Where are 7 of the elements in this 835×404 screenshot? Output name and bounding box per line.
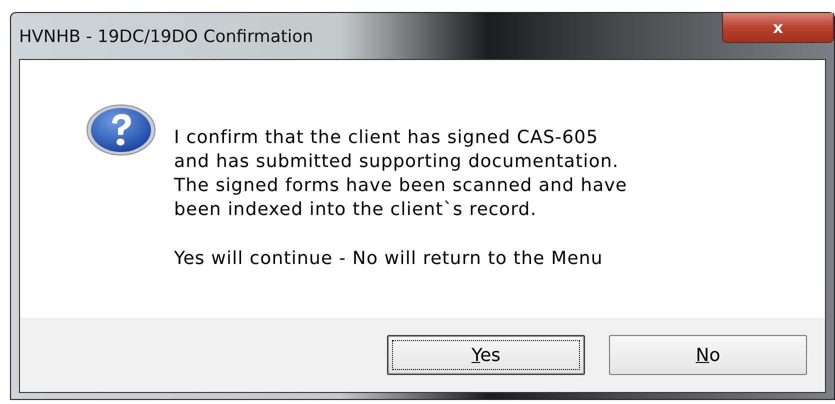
instruction-text: Yes will continue - No will return to the Menu bbox=[174, 248, 604, 269]
question-icon bbox=[86, 104, 156, 156]
close-button[interactable]: x bbox=[722, 13, 834, 43]
confirmation-message: I confirm that the client has signed CAS-605 and has submitted supporting documentation. The signed forms have been scanned and have been indexed into the client`s record. bbox=[174, 126, 628, 222]
window-title: HVNHB - 19DC/19DO Confirmation bbox=[19, 27, 314, 47]
dialog-button[interactable]: Yes bbox=[387, 335, 585, 375]
dialog-button[interactable]: No bbox=[609, 335, 807, 375]
